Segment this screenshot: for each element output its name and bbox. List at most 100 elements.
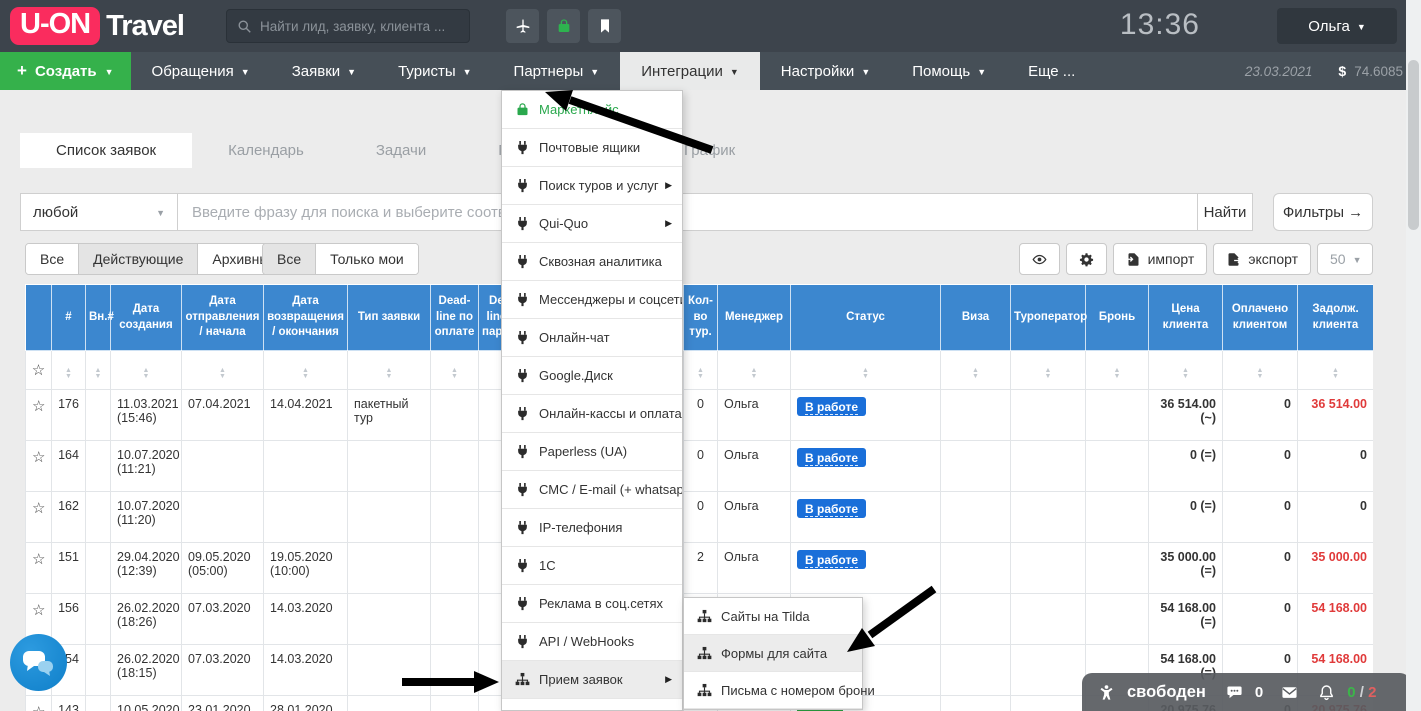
col-created[interactable]: Дата создания — [110, 284, 182, 351]
find-button[interactable]: Найти — [1198, 193, 1253, 231]
settings-button[interactable] — [1065, 243, 1107, 275]
col-deadline-pay[interactable]: Dead-line по оплате — [430, 284, 479, 351]
nav-item[interactable]: Интеграции ▼ — [620, 52, 760, 90]
dropdown-menu-item[interactable]: Реклама в соц.сетях ▶ — [502, 585, 682, 623]
sort-icon[interactable]: ▲ ▼ — [143, 367, 150, 380]
status-badge[interactable]: В работе — [797, 397, 866, 416]
global-search[interactable] — [226, 9, 470, 43]
page-size-select[interactable]: 50 ▼ — [1317, 243, 1373, 275]
dropdown-menu-item[interactable]: 1С ▶ — [502, 547, 682, 585]
nav-item[interactable]: Помощь ▼ — [891, 52, 1007, 90]
nav-item[interactable]: Обращения ▼ — [131, 52, 271, 90]
status-badge[interactable]: В работе — [797, 499, 866, 518]
cell-num[interactable]: 164 — [51, 440, 86, 492]
col-booking[interactable]: Бронь — [1085, 284, 1149, 351]
tab[interactable]: Задачи — [340, 133, 462, 168]
sort-icon[interactable]: ▲ ▼ — [1182, 367, 1189, 380]
cell-num[interactable]: 162 — [51, 491, 86, 543]
sort-icon[interactable]: ▲ ▼ — [972, 367, 979, 380]
filter-only-mine-button[interactable]: Только мои — [316, 244, 418, 274]
sort-icon[interactable]: ▲ ▼ — [1332, 367, 1339, 380]
app-logo[interactable]: U-ON Travel — [10, 7, 185, 45]
nav-item[interactable]: Туристы ▼ — [377, 52, 492, 90]
scrollbar-thumb[interactable] — [1408, 60, 1419, 230]
sort-icon[interactable]: ▲ ▼ — [386, 367, 393, 380]
view-button[interactable] — [1018, 243, 1060, 275]
sort-icon[interactable]: ▲ ▼ — [751, 367, 758, 380]
favorite-star-icon[interactable]: ☆ — [32, 602, 45, 619]
dropdown-menu-item[interactable]: Онлайн-кассы и оплата ▶ — [502, 395, 682, 433]
col-return[interactable]: Дата возвращения / окончания — [263, 284, 348, 351]
tab[interactable]: Список заявок — [20, 133, 193, 168]
favorite-star-icon[interactable]: ☆ — [32, 551, 45, 568]
sort-icon[interactable]: ▲ ▼ — [1045, 367, 1052, 380]
create-button[interactable]: + Создать ▼ — [0, 52, 131, 90]
dropdown-menu-item[interactable]: API / WebHooks ▶ — [502, 623, 682, 661]
sort-icon[interactable]: ▲ ▼ — [219, 367, 226, 380]
sort-icon[interactable]: ▲ ▼ — [1257, 367, 1264, 380]
bell-icon[interactable] — [1318, 684, 1335, 701]
tab[interactable]: Календарь — [192, 133, 340, 168]
nav-item[interactable]: Партнеры ▼ — [493, 52, 621, 90]
envelope-icon[interactable] — [1281, 684, 1298, 701]
search-type-select[interactable]: любой ▼ — [20, 193, 178, 231]
marketplace-button[interactable] — [547, 9, 580, 43]
table-row[interactable]: ☆ 176 11.03.2021 (15:46) 07.04.2021 14.0… — [25, 389, 1373, 441]
dropdown-menu-item[interactable]: Google.Диск ▶ — [502, 357, 682, 395]
dropdown-menu-item[interactable]: Онлайн-чат ▶ — [502, 319, 682, 357]
favorite-star-icon[interactable]: ☆ — [32, 398, 45, 415]
dropdown-menu-item[interactable]: Поиск туров и услуг ▶ — [502, 167, 682, 205]
col-departure[interactable]: Дата отправления / начала — [181, 284, 264, 351]
cell-num[interactable]: 143 — [51, 695, 86, 711]
sort-icon[interactable]: ▲ ▼ — [1114, 367, 1121, 380]
col-price[interactable]: Цена клиента — [1148, 284, 1223, 351]
sort-icon[interactable]: ▲ ▼ — [302, 367, 309, 380]
requests-search-input[interactable] — [178, 193, 1198, 231]
col-num[interactable]: # — [51, 284, 86, 351]
col-paid[interactable]: Оплачено клиентом — [1222, 284, 1298, 351]
sort-icon[interactable]: ▲ ▼ — [451, 367, 458, 380]
import-button[interactable]: импорт — [1112, 243, 1208, 275]
dropdown-menu-item[interactable]: Мессенджеры и соцсети ▶ — [502, 281, 682, 319]
status-badge[interactable]: В работе — [797, 550, 866, 569]
submenu-item[interactable]: Сайты на Tilda — [684, 598, 862, 635]
sort-icon[interactable]: ▲ ▼ — [862, 367, 869, 380]
nav-item[interactable]: Заявки ▼ — [271, 52, 377, 90]
col-vn[interactable]: Вн.# — [85, 284, 114, 351]
sort-icon[interactable]: ▲ ▼ — [95, 367, 102, 380]
global-search-input[interactable] — [260, 18, 459, 34]
col-visa[interactable]: Виза — [940, 284, 1011, 351]
dropdown-menu-item[interactable]: Прием заявок ▶ — [502, 661, 682, 699]
dropdown-menu-item[interactable]: Сквозная аналитика ▶ — [502, 243, 682, 281]
favorite-star-icon[interactable]: ☆ — [32, 449, 45, 466]
dropdown-menu-item[interactable]: СМС / E-mail (+ whatsapp) ▶ — [502, 471, 682, 509]
filter-all-mine-button[interactable]: Все — [263, 244, 317, 274]
status-badge[interactable]: В работе — [797, 448, 866, 467]
filters-button[interactable]: Фильтры → — [1273, 193, 1373, 231]
table-row[interactable]: ☆ 162 10.07.2020 (11:20) 0 Ольга В работ… — [25, 491, 1373, 543]
col-qty[interactable]: Кол-во тур. — [683, 284, 718, 351]
nav-item[interactable]: Еще ... ▼ — [1007, 52, 1096, 90]
agent-status[interactable]: свободен — [1127, 683, 1206, 702]
dropdown-menu-item[interactable]: IP-телефония ▶ — [502, 509, 682, 547]
favorite-star-icon[interactable]: ☆ — [32, 362, 45, 379]
user-menu-button[interactable]: Ольга ▼ — [1277, 8, 1397, 44]
page-scrollbar[interactable] — [1406, 0, 1421, 711]
dropdown-menu-item[interactable]: Paperless (UA) ▶ — [502, 433, 682, 471]
col-status[interactable]: Статус — [790, 284, 941, 351]
filter-active-button[interactable]: Действующие — [79, 244, 199, 274]
table-row[interactable]: ☆ 151 29.04.2020 (12:39) 09.05.2020 (05:… — [25, 542, 1373, 594]
nav-item[interactable]: Настройки ▼ — [760, 52, 891, 90]
chat-bubble-icon[interactable] — [1226, 684, 1243, 701]
col-debt[interactable]: Задолж. клиента — [1297, 284, 1373, 351]
bookmarks-button[interactable] — [588, 9, 621, 43]
submenu-item[interactable]: Формы для сайта — [684, 635, 862, 672]
filter-all-button[interactable]: Все — [26, 244, 80, 274]
cell-num[interactable]: 176 — [51, 389, 86, 441]
support-chat-button[interactable] — [10, 634, 67, 691]
col-type[interactable]: Тип заявки — [347, 284, 431, 351]
currency-rate[interactable]: $74.6085 — [1338, 63, 1403, 79]
sort-icon[interactable]: ▲ ▼ — [697, 367, 704, 380]
submenu-item[interactable]: Письма с номером брони — [684, 672, 875, 709]
cell-num[interactable]: 151 — [51, 542, 86, 594]
